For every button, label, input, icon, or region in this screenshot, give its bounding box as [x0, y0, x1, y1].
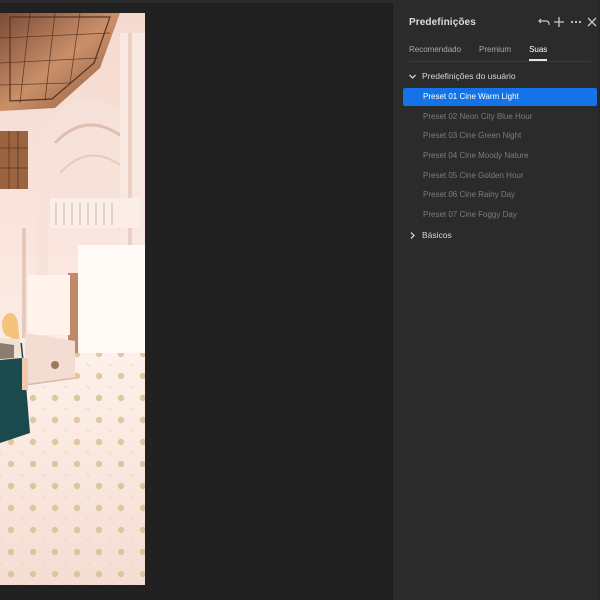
photo-preview[interactable] [0, 13, 145, 585]
more-icon[interactable] [569, 15, 583, 29]
tab-premium[interactable]: Premium [479, 45, 511, 61]
preset-item-04[interactable]: Preset 04 Cine Moody Nature [403, 147, 597, 165]
group-user-presets-label: Predefinições do usuário [422, 71, 516, 81]
preset-item-07[interactable]: Preset 07 Cine Foggy Day [403, 206, 597, 224]
photo-image [0, 13, 145, 585]
tab-recomendado[interactable]: Recomendado [409, 45, 461, 61]
close-icon[interactable] [585, 15, 599, 29]
group-basics[interactable]: Básicos [407, 228, 452, 242]
chevron-down-icon [407, 71, 417, 81]
plus-icon[interactable] [552, 15, 566, 29]
preset-tabs: Recomendado Premium Suas [409, 45, 565, 65]
tab-divider [409, 61, 591, 62]
preset-item-03[interactable]: Preset 03 Cine Green Night [403, 127, 597, 145]
preset-list: Preset 01 Cine Warm Light Preset 02 Neon… [403, 88, 597, 226]
chevron-right-icon [407, 230, 417, 240]
group-user-presets[interactable]: Predefinições do usuário [407, 69, 516, 83]
preset-item-02[interactable]: Preset 02 Neon City Blue Hour [403, 108, 597, 126]
tab-suas[interactable]: Suas [529, 45, 548, 61]
photo-canvas[interactable] [0, 3, 392, 600]
preset-item-01[interactable]: Preset 01 Cine Warm Light [403, 88, 597, 106]
undo-icon[interactable] [537, 15, 551, 29]
preset-item-06[interactable]: Preset 06 Cine Rainy Day [403, 186, 597, 204]
lightroom-app: Predefinições Recomendado Premium Suas P… [0, 0, 600, 600]
presets-panel: Predefinições Recomendado Premium Suas P… [392, 3, 600, 600]
preset-item-05[interactable]: Preset 05 Cine Golden Hour [403, 167, 597, 185]
group-basics-label: Básicos [422, 230, 452, 240]
panel-title: Predefinições [409, 17, 476, 28]
